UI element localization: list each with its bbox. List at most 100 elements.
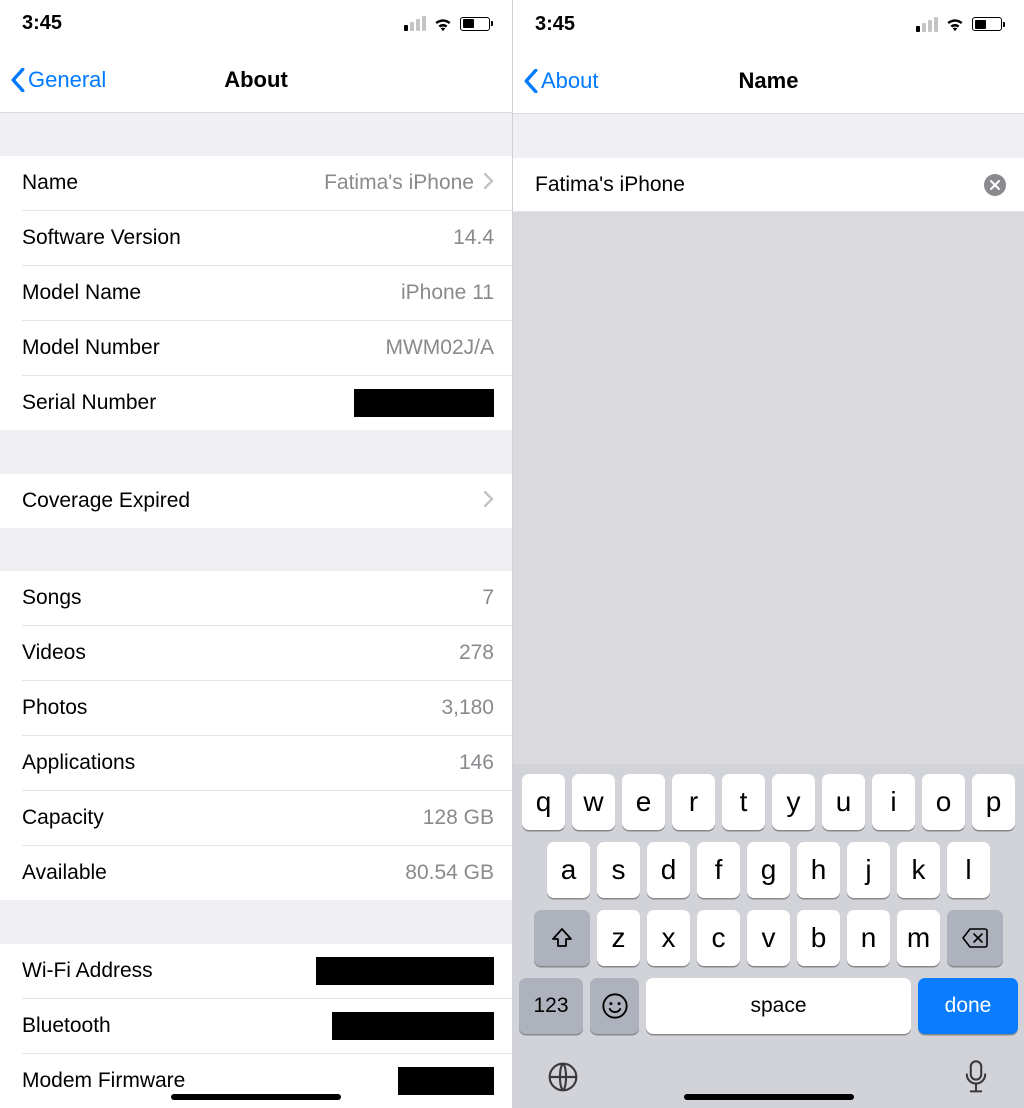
key-k[interactable]: k [897, 842, 940, 898]
key-i[interactable]: i [872, 774, 915, 830]
numbers-key[interactable]: 123 [519, 978, 583, 1034]
keyboard-bottom-row [519, 1046, 1018, 1094]
nav-bar: About Name [513, 48, 1024, 114]
key-d[interactable]: d [647, 842, 690, 898]
about-screen: 3:45 General About Name Fatima's iPhone … [0, 0, 512, 1108]
key-n[interactable]: n [847, 910, 890, 966]
globe-key[interactable] [547, 1061, 579, 1093]
x-icon [989, 179, 1001, 191]
key-y[interactable]: y [772, 774, 815, 830]
shift-icon [550, 926, 574, 950]
dictation-key[interactable] [962, 1060, 990, 1094]
redacted-value [316, 957, 494, 985]
name-value: Fatima's iPhone [324, 171, 474, 195]
row-bluetooth: Bluetooth [0, 999, 512, 1053]
key-o[interactable]: o [922, 774, 965, 830]
name-label: Name [22, 171, 78, 195]
page-title: Name [739, 68, 799, 94]
back-button[interactable]: General [0, 67, 106, 93]
row-name[interactable]: Name Fatima's iPhone [0, 156, 512, 210]
nav-bar: General About [0, 48, 512, 113]
row-available: Available80.54 GB [0, 846, 512, 900]
status-time: 3:45 [22, 12, 62, 35]
back-button[interactable]: About [513, 68, 599, 94]
chevron-right-icon [484, 171, 494, 195]
chevron-left-icon [523, 69, 539, 93]
key-w[interactable]: w [572, 774, 615, 830]
key-row-3: zxcvbnm [519, 910, 1018, 966]
space-key[interactable]: space [646, 978, 911, 1034]
chevron-right-icon [484, 489, 494, 513]
key-m[interactable]: m [897, 910, 940, 966]
key-e[interactable]: e [622, 774, 665, 830]
row-photos: Photos3,180 [0, 681, 512, 735]
back-label: General [28, 67, 106, 93]
key-h[interactable]: h [797, 842, 840, 898]
key-x[interactable]: x [647, 910, 690, 966]
key-b[interactable]: b [797, 910, 840, 966]
redacted-value [354, 389, 494, 417]
name-edit-screen: 3:45 About Name Fatima's iPhone qwertyui… [512, 0, 1024, 1108]
key-row-2: asdfghjkl [519, 842, 1018, 898]
row-model-name: Model Name iPhone 11 [0, 266, 512, 320]
status-bar: 3:45 [513, 0, 1024, 48]
battery-icon [460, 17, 490, 31]
cellular-icon [404, 16, 426, 31]
shift-key[interactable] [534, 910, 590, 966]
key-v[interactable]: v [747, 910, 790, 966]
row-applications: Applications146 [0, 736, 512, 790]
done-key[interactable]: done [918, 978, 1018, 1034]
row-videos: Videos278 [0, 626, 512, 680]
row-model-number: Model Number MWM02J/A [0, 321, 512, 375]
emoji-key[interactable] [590, 978, 639, 1034]
name-input[interactable]: Fatima's iPhone [535, 173, 984, 197]
back-label: About [541, 68, 599, 94]
status-icons [404, 16, 490, 32]
key-c[interactable]: c [697, 910, 740, 966]
key-g[interactable]: g [747, 842, 790, 898]
status-icons [916, 16, 1002, 32]
backspace-key[interactable] [947, 910, 1003, 966]
battery-icon [972, 17, 1002, 31]
backspace-icon [961, 927, 989, 949]
key-a[interactable]: a [547, 842, 590, 898]
emoji-icon [601, 992, 629, 1020]
about-group-stats: Songs7 Videos278 Photos3,180 Application… [0, 571, 512, 900]
row-capacity: Capacity128 GB [0, 791, 512, 845]
wifi-icon [944, 16, 966, 32]
key-s[interactable]: s [597, 842, 640, 898]
key-p[interactable]: p [972, 774, 1015, 830]
globe-icon [547, 1061, 579, 1093]
redacted-value [332, 1012, 494, 1040]
key-q[interactable]: q [522, 774, 565, 830]
row-coverage[interactable]: Coverage Expired [0, 474, 512, 528]
about-group-coverage: Coverage Expired [0, 474, 512, 528]
key-j[interactable]: j [847, 842, 890, 898]
clear-text-button[interactable] [984, 174, 1006, 196]
microphone-icon [962, 1060, 990, 1094]
key-row-1: qwertyuiop [519, 774, 1018, 830]
key-r[interactable]: r [672, 774, 715, 830]
row-songs: Songs7 [0, 571, 512, 625]
key-t[interactable]: t [722, 774, 765, 830]
cellular-icon [916, 17, 938, 32]
page-title: About [224, 67, 288, 93]
row-wifi-address: Wi-Fi Address [0, 944, 512, 998]
row-serial-number: Serial Number [0, 376, 512, 430]
redacted-value [398, 1067, 494, 1095]
key-l[interactable]: l [947, 842, 990, 898]
key-z[interactable]: z [597, 910, 640, 966]
key-f[interactable]: f [697, 842, 740, 898]
status-time: 3:45 [535, 13, 575, 36]
chevron-left-icon [10, 68, 26, 92]
row-software-version: Software Version 14.4 [0, 211, 512, 265]
home-indicator[interactable] [684, 1094, 854, 1100]
about-group-device: Name Fatima's iPhone Software Version 14… [0, 156, 512, 430]
key-u[interactable]: u [822, 774, 865, 830]
name-input-row: Fatima's iPhone [513, 158, 1024, 212]
key-row-4: 123 space done [519, 978, 1018, 1034]
status-bar: 3:45 [0, 0, 512, 48]
home-indicator[interactable] [171, 1094, 341, 1100]
about-group-network: Wi-Fi Address Bluetooth Modem Firmware [0, 944, 512, 1108]
wifi-icon [432, 16, 454, 32]
